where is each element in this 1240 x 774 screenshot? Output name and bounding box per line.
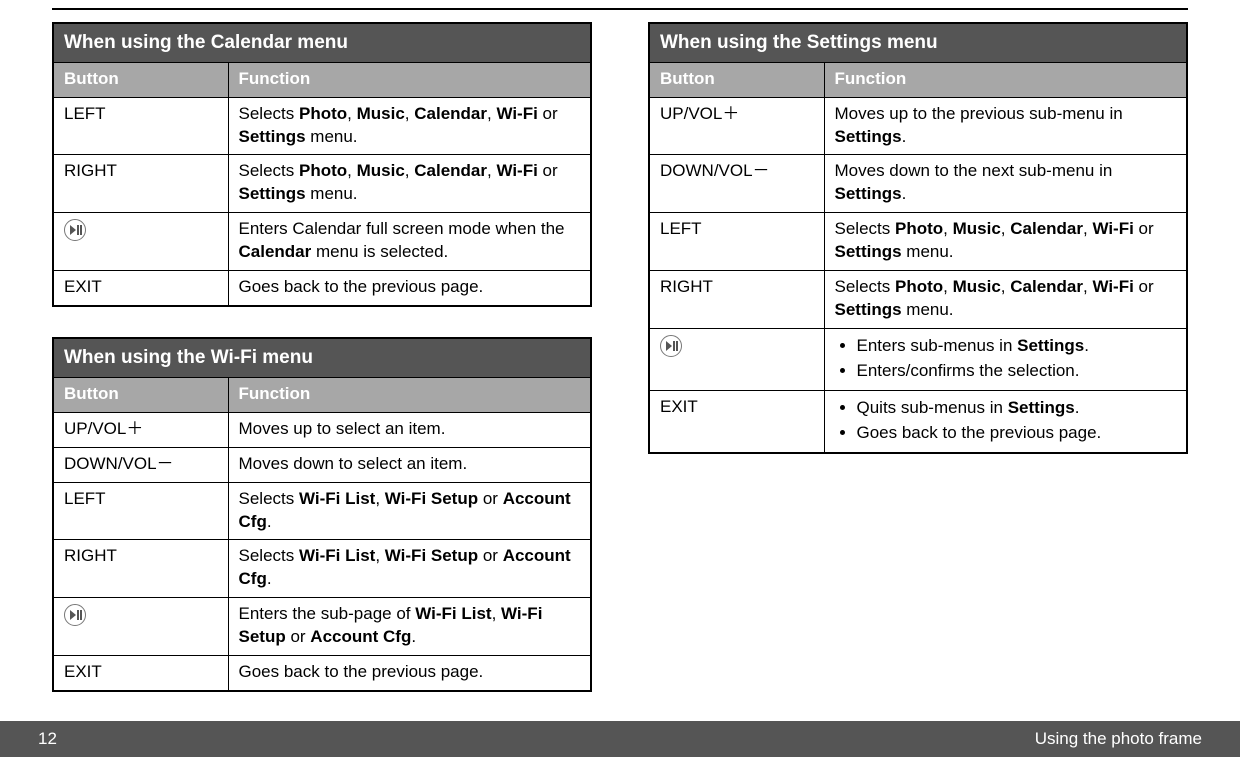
list-item: Quits sub-menus in Settings. <box>857 396 1177 421</box>
columns: When using the Calendar menuButtonFuncti… <box>52 22 1188 692</box>
cell-button: EXIT <box>53 656 228 691</box>
table-title-row: When using the Settings menu <box>649 23 1187 62</box>
header-function: Function <box>228 377 591 412</box>
play-pause-icon <box>64 604 86 626</box>
cell-button: LEFT <box>53 97 228 155</box>
sheet: When using the Calendar menuButtonFuncti… <box>0 0 1240 774</box>
table-title-row: When using the Wi-Fi menu <box>53 338 591 377</box>
table-row: Enters sub-menus in Settings.Enters/conf… <box>649 329 1187 391</box>
cell-button: DOWN/VOL－ <box>53 447 228 482</box>
cell-button: RIGHT <box>53 155 228 213</box>
left-column: When using the Calendar menuButtonFuncti… <box>52 22 592 692</box>
table-row: Enters Calendar full screen mode when th… <box>53 213 591 271</box>
header-button: Button <box>649 62 824 97</box>
page-number: 12 <box>38 729 57 749</box>
cell-function: Moves up to the previous sub-menu in Set… <box>824 97 1187 155</box>
cell-button <box>53 213 228 271</box>
cell-button: EXIT <box>649 390 824 452</box>
cell-function: Selects Photo, Music, Calendar, Wi-Fi or… <box>228 97 591 155</box>
table-header-row: ButtonFunction <box>53 377 591 412</box>
table-row: RIGHTSelects Wi-Fi List, Wi-Fi Setup or … <box>53 540 591 598</box>
cell-function: Selects Wi-Fi List, Wi-Fi Setup or Accou… <box>228 482 591 540</box>
list-item: Goes back to the previous page. <box>857 421 1177 446</box>
header-function: Function <box>228 62 591 97</box>
cell-function: Goes back to the previous page. <box>228 271 591 306</box>
table-row: UP/VOL＋Moves up to the previous sub-menu… <box>649 97 1187 155</box>
cell-function: Quits sub-menus in Settings.Goes back to… <box>824 390 1187 452</box>
play-pause-icon <box>64 219 86 241</box>
table-row: EXITQuits sub-menus in Settings.Goes bac… <box>649 390 1187 452</box>
cell-function: Moves down to select an item. <box>228 447 591 482</box>
table-row: LEFTSelects Photo, Music, Calendar, Wi-F… <box>53 97 591 155</box>
header-button: Button <box>53 377 228 412</box>
calendar-table: When using the Calendar menuButtonFuncti… <box>52 22 592 307</box>
cell-button <box>649 329 824 391</box>
cell-function: Goes back to the previous page. <box>228 656 591 691</box>
cell-function: Selects Photo, Music, Calendar, Wi-Fi or… <box>824 271 1187 329</box>
play-pause-icon <box>660 335 682 357</box>
table-row: DOWN/VOL－Moves down to the next sub-menu… <box>649 155 1187 213</box>
cell-function: Selects Wi-Fi List, Wi-Fi Setup or Accou… <box>228 540 591 598</box>
cell-function: Enters the sub-page of Wi-Fi List, Wi-Fi… <box>228 598 591 656</box>
table-row: UP/VOL＋Moves up to select an item. <box>53 412 591 447</box>
table-header-row: ButtonFunction <box>53 62 591 97</box>
cell-button: UP/VOL＋ <box>53 412 228 447</box>
table-row: DOWN/VOL－Moves down to select an item. <box>53 447 591 482</box>
cell-function: Moves down to the next sub-menu in Setti… <box>824 155 1187 213</box>
section-title: Using the photo frame <box>1035 729 1202 749</box>
table-title: When using the Settings menu <box>649 23 1187 62</box>
cell-button: LEFT <box>53 482 228 540</box>
footer-bar: 12 Using the photo frame <box>0 721 1240 757</box>
manual-page: When using the Calendar menuButtonFuncti… <box>0 0 1240 774</box>
table-title: When using the Wi-Fi menu <box>53 338 591 377</box>
right-column: When using the Settings menuButtonFuncti… <box>648 22 1188 692</box>
cell-function: Moves up to select an item. <box>228 412 591 447</box>
table-title-row: When using the Calendar menu <box>53 23 591 62</box>
bullet-list: Quits sub-menus in Settings.Goes back to… <box>835 396 1177 446</box>
wifi-table: When using the Wi-Fi menuButtonFunctionU… <box>52 337 592 692</box>
cell-button: EXIT <box>53 271 228 306</box>
table-row: LEFTSelects Photo, Music, Calendar, Wi-F… <box>649 213 1187 271</box>
cell-button: UP/VOL＋ <box>649 97 824 155</box>
list-item: Enters/confirms the selection. <box>857 359 1177 384</box>
table-row: RIGHTSelects Photo, Music, Calendar, Wi-… <box>53 155 591 213</box>
table-row: RIGHTSelects Photo, Music, Calendar, Wi-… <box>649 271 1187 329</box>
cell-button: RIGHT <box>53 540 228 598</box>
cell-button: DOWN/VOL－ <box>649 155 824 213</box>
table-row: LEFTSelects Wi-Fi List, Wi-Fi Setup or A… <box>53 482 591 540</box>
table-row: Enters the sub-page of Wi-Fi List, Wi-Fi… <box>53 598 591 656</box>
table-row: EXITGoes back to the previous page. <box>53 656 591 691</box>
cell-function: Enters sub-menus in Settings.Enters/conf… <box>824 329 1187 391</box>
cell-function: Selects Photo, Music, Calendar, Wi-Fi or… <box>824 213 1187 271</box>
header-button: Button <box>53 62 228 97</box>
cell-function: Enters Calendar full screen mode when th… <box>228 213 591 271</box>
cell-button: LEFT <box>649 213 824 271</box>
table-row: EXITGoes back to the previous page. <box>53 271 591 306</box>
cell-button: RIGHT <box>649 271 824 329</box>
top-rule <box>52 8 1188 10</box>
bullet-list: Enters sub-menus in Settings.Enters/conf… <box>835 334 1177 384</box>
table-header-row: ButtonFunction <box>649 62 1187 97</box>
settings-table: When using the Settings menuButtonFuncti… <box>648 22 1188 454</box>
table-title: When using the Calendar menu <box>53 23 591 62</box>
list-item: Enters sub-menus in Settings. <box>857 334 1177 359</box>
header-function: Function <box>824 62 1187 97</box>
cell-button <box>53 598 228 656</box>
cell-function: Selects Photo, Music, Calendar, Wi-Fi or… <box>228 155 591 213</box>
